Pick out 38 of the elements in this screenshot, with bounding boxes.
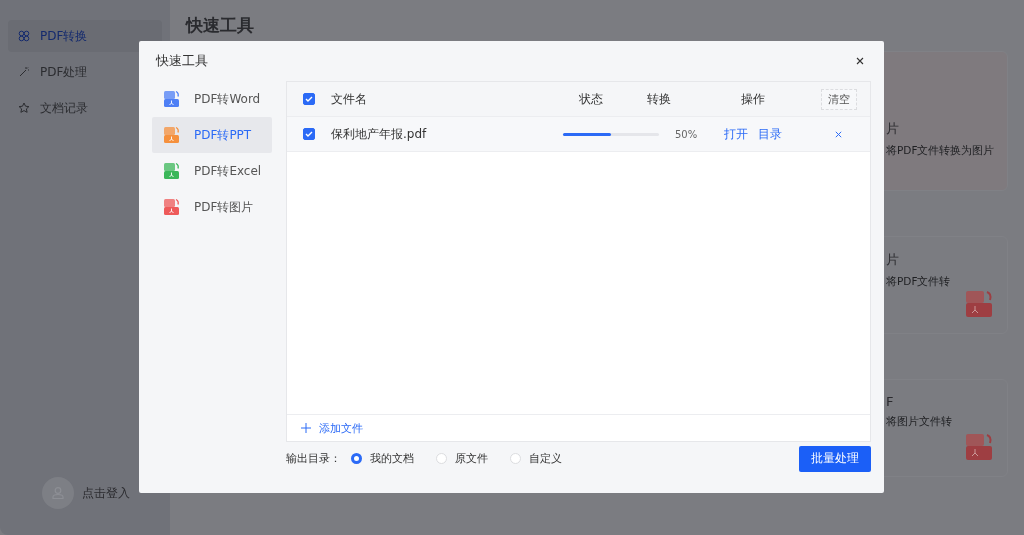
close-icon[interactable] <box>855 56 865 66</box>
column-header: 状态 <box>579 91 603 106</box>
card-title: F <box>886 394 895 409</box>
progress-percent: 50% <box>675 128 698 140</box>
login-link[interactable]: 点击登入 <box>82 484 130 502</box>
file-convert-icon <box>965 432 995 462</box>
card-description: 将图片文件转 <box>886 415 953 429</box>
file-convert-icon <box>965 289 995 319</box>
radio-option[interactable]: 我的文档 <box>351 451 414 466</box>
radio-option[interactable]: 自定义 <box>510 451 562 466</box>
grid-icon <box>18 30 30 42</box>
card-description: 将PDF文件转换为图片 <box>886 144 996 158</box>
batch-process-button[interactable]: 批量处理 <box>799 445 871 472</box>
file-name: 保利地产年报.pdf <box>331 126 427 141</box>
card-title: 片 <box>886 251 900 269</box>
row-checkbox[interactable] <box>303 128 315 140</box>
clear-button[interactable]: 清空 <box>820 88 857 110</box>
remove-icon[interactable] <box>834 129 843 139</box>
column-header: 文件名 <box>331 91 367 106</box>
page-title: 快速工具 <box>186 14 255 37</box>
action-link[interactable]: 目录 <box>758 125 782 143</box>
plus-icon <box>301 423 311 433</box>
tool-item[interactable]: PDF转Excel <box>152 153 272 189</box>
column-header: 转换 <box>647 91 671 106</box>
tool-item[interactable]: PDF转PPT <box>152 117 272 153</box>
dialog-title: 快速工具 <box>156 52 208 70</box>
select-all-checkbox[interactable] <box>303 93 315 105</box>
column-header: 操作 <box>741 91 765 106</box>
sidebar-item[interactable]: PDF转换 <box>8 20 162 52</box>
star-icon <box>18 102 30 114</box>
output-label: 输出目录： <box>286 451 341 466</box>
tool-item[interactable]: PDF转图片 <box>152 189 272 225</box>
card-description: 将PDF文件转 <box>886 275 952 289</box>
wand-icon <box>18 66 30 78</box>
action-link[interactable]: 打开 <box>724 125 748 143</box>
radio-option[interactable]: 原文件 <box>436 451 488 466</box>
card-title: 片 <box>886 120 900 138</box>
add-file-link[interactable]: 添加文件 <box>287 414 870 441</box>
